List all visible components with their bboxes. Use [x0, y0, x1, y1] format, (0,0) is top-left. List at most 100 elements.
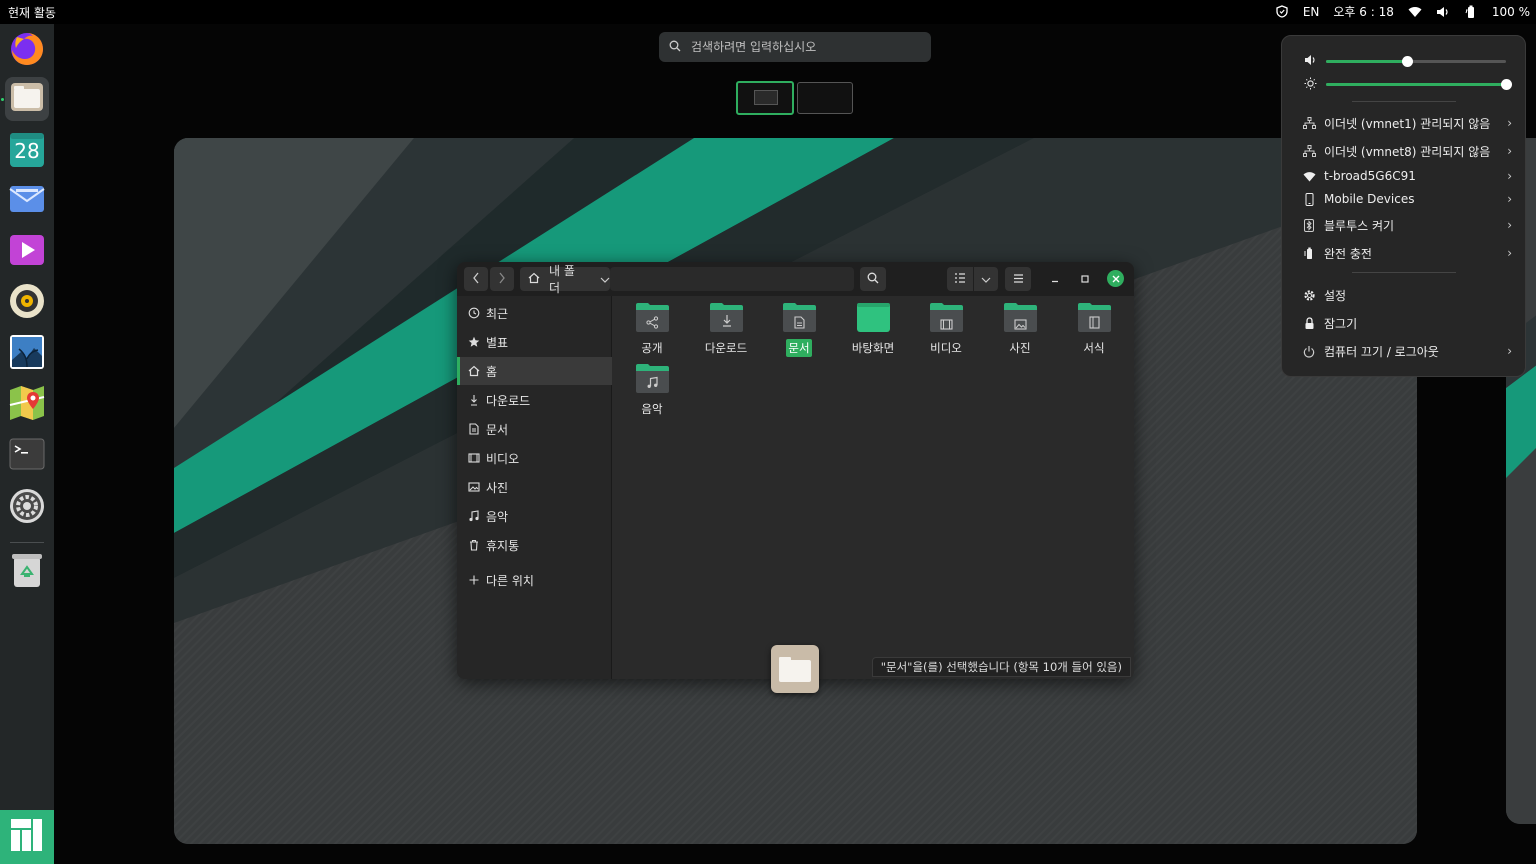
input-language[interactable]: EN: [1303, 5, 1320, 19]
sidebar-item-downloads[interactable]: 다운로드: [457, 386, 612, 414]
folder-desktop[interactable]: 바탕화면: [843, 302, 903, 364]
sidebar-item-trash[interactable]: 휴지통: [457, 531, 612, 559]
search-button[interactable]: [860, 267, 886, 291]
folder-pictures[interactable]: 사진: [990, 302, 1050, 364]
sidebar-item-home[interactable]: 홈: [457, 357, 612, 385]
forward-button[interactable]: [490, 267, 514, 291]
minimize-button[interactable]: [1045, 267, 1065, 291]
menu-item-label: 블루투스 켜기: [1324, 218, 1395, 233]
brightness-knob[interactable]: [1501, 78, 1512, 90]
brightness-slider[interactable]: [1300, 77, 1512, 91]
menu-item-label: t-broad5G6C91: [1324, 169, 1416, 183]
shield-icon: [1275, 5, 1289, 19]
activities-button[interactable]: 현재 활동: [8, 4, 56, 21]
menu-item-label: Mobile Devices: [1324, 192, 1415, 206]
path-label: 내 폴더: [549, 264, 575, 295]
dock-files[interactable]: [5, 77, 49, 121]
calendar-day: 28: [14, 139, 40, 163]
menu-item-settings[interactable]: 설정: [1302, 285, 1512, 305]
menu-item-ethernet-vmnet8[interactable]: 이더넷 (vmnet8) 관리되지 않음 ›: [1302, 141, 1512, 161]
home-icon: [528, 272, 540, 287]
firefox-icon: [8, 29, 46, 71]
sidebar-item-music[interactable]: 음악: [457, 502, 612, 530]
sidebar-item-label: 다운로드: [486, 393, 531, 408]
menu-item-wifi[interactable]: t-broad5G6C91 ›: [1302, 166, 1512, 186]
folder-documents[interactable]: 문서: [769, 302, 829, 364]
close-button[interactable]: [1107, 270, 1124, 287]
menu-separator: [1352, 101, 1456, 102]
sidebar-item-label: 사진: [486, 480, 509, 495]
sidebar-item-recent[interactable]: 최근: [457, 299, 612, 327]
menu-item-lock[interactable]: 잠그기: [1302, 313, 1512, 333]
file-manager-window[interactable]: 내 폴더 최근 별표 홈 다운로드 문서 비디오 사진 음악 휴지통 다른 위치…: [457, 262, 1134, 679]
minimize-icon: [1051, 272, 1059, 286]
menu-item-power[interactable]: 컴퓨터 끄기 / 로그아웃 ›: [1302, 341, 1512, 361]
menu-item-ethernet-vmnet1[interactable]: 이더넷 (vmnet1) 관리되지 않음 ›: [1302, 113, 1512, 133]
search-input[interactable]: [691, 40, 911, 54]
sidebar-item-documents[interactable]: 문서: [457, 415, 612, 443]
folder-downloads[interactable]: 다운로드: [696, 302, 756, 364]
bluetooth-icon: [1302, 218, 1316, 232]
wifi-icon: [1302, 169, 1316, 183]
settings-icon: [8, 487, 46, 529]
dock-music[interactable]: [5, 281, 49, 325]
dock-settings[interactable]: [5, 486, 49, 530]
picture-icon: [468, 481, 480, 493]
status-tray[interactable]: EN 오후 6 : 18 100 %: [1275, 3, 1530, 20]
running-indicator: [1, 98, 4, 101]
folder-label: 음악: [641, 402, 663, 416]
path-bar-home[interactable]: 내 폴더: [520, 264, 610, 295]
volume-knob[interactable]: [1402, 55, 1413, 67]
view-list-button[interactable]: [947, 267, 973, 291]
dock-trash[interactable]: [5, 550, 49, 594]
menu-item-mobile-devices[interactable]: Mobile Devices ›: [1302, 189, 1512, 209]
sidebar-item-label: 다른 위치: [486, 573, 534, 588]
folder-public[interactable]: 공개: [622, 302, 682, 364]
sidebar-item-pictures[interactable]: 사진: [457, 473, 612, 501]
folder-videos[interactable]: 비디오: [916, 302, 976, 364]
dock-terminal[interactable]: [5, 434, 49, 478]
folder-label-selected: 문서: [786, 339, 812, 357]
sidebar-item-videos[interactable]: 비디오: [457, 444, 612, 472]
sidebar-item-other-locations[interactable]: 다른 위치: [457, 566, 612, 594]
menu-item-bluetooth[interactable]: 블루투스 켜기 ›: [1302, 215, 1512, 235]
dock-calendar[interactable]: 28: [5, 128, 49, 172]
music-note-icon: [646, 374, 659, 393]
sidebar-item-starred[interactable]: 별표: [457, 328, 612, 356]
volume-slider[interactable]: [1300, 54, 1510, 68]
dock-image-viewer[interactable]: [5, 332, 49, 376]
clock[interactable]: 오후 6 : 18: [1333, 3, 1393, 20]
trash-icon: [12, 552, 42, 592]
workspace-thumbnail-1[interactable]: [736, 81, 794, 115]
workspace-thumbnail-2[interactable]: [797, 82, 853, 114]
film-icon: [939, 315, 953, 334]
home-icon: [468, 365, 480, 377]
menu-item-battery[interactable]: 완전 충전 ›: [1302, 243, 1512, 263]
folder-icon: [709, 302, 744, 333]
folder-templates[interactable]: 서식: [1064, 302, 1124, 364]
view-options-button[interactable]: [974, 267, 998, 291]
dock-maps[interactable]: [5, 383, 49, 427]
maximize-button[interactable]: [1075, 267, 1095, 291]
dragged-files-icon[interactable]: [771, 645, 819, 693]
dock-mail[interactable]: [5, 179, 49, 223]
overview-search[interactable]: [659, 32, 931, 62]
dock: 28: [0, 24, 54, 864]
manjaro-logo[interactable]: [0, 810, 54, 864]
document-icon: [468, 423, 480, 435]
star-icon: [468, 336, 480, 348]
dock-firefox[interactable]: [5, 28, 49, 72]
menu-button[interactable]: [1005, 267, 1031, 291]
chevron-right-icon: ›: [1507, 246, 1512, 260]
video-icon: [9, 233, 45, 271]
menu-item-label: 이더넷 (vmnet8) 관리되지 않음: [1324, 144, 1491, 159]
power-icon: [1302, 344, 1316, 358]
sidebar-item-label: 문서: [486, 422, 509, 437]
back-button[interactable]: [464, 267, 488, 291]
folder-view[interactable]: 공개 다운로드 문서 바탕화면 비디오 사진 서식 음악 "문서"을(를) 선택…: [612, 296, 1134, 679]
chevron-right-icon: ›: [1507, 192, 1512, 206]
chevron-right-icon: ›: [1507, 116, 1512, 130]
film-icon: [468, 452, 480, 464]
folder-music[interactable]: 음악: [622, 363, 682, 425]
dock-video[interactable]: [5, 230, 49, 274]
